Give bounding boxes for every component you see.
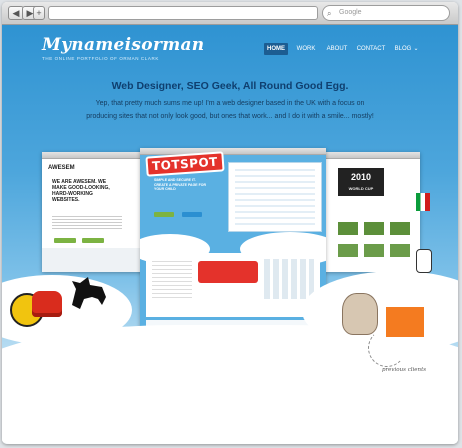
browser-window: ◀ ▶ + ⌕ Google Mynameisorman THE ONLINE …	[2, 2, 458, 444]
pitch-thumbnail	[338, 244, 358, 257]
nav-item-about[interactable]: ABOUT	[324, 43, 350, 55]
totspot-screenshot[interactable]: TOTSPOT SIMPLE AND SECURE IT. CREATE A P…	[140, 148, 326, 338]
worldcup-screenshot[interactable]: 2010 WORLD CUP	[324, 152, 420, 272]
bulldog-mascot	[342, 293, 378, 335]
calendar-grid	[264, 259, 314, 299]
totspot-signup-button	[154, 212, 174, 217]
worldcup-subtitle: WORLD CUP	[348, 186, 374, 191]
text-column	[152, 261, 192, 301]
totspot-logo: TOTSPOT	[145, 151, 225, 177]
nav-item-blog[interactable]: BLOG	[392, 43, 414, 55]
awesem-logo: AWESEM	[48, 165, 75, 171]
site-tagline: THE ONLINE PORTFOLIO OF ORMAN CLARK	[42, 56, 159, 61]
flag-icon	[416, 193, 430, 211]
worldcup-banner: 2010 WORLD CUP	[338, 168, 384, 196]
search-placeholder: Google	[339, 9, 362, 16]
totspot-small-logo	[198, 261, 258, 283]
mock-browser-bar	[324, 152, 420, 159]
totspot-content-area	[146, 253, 320, 317]
awesem-screenshot[interactable]: AWESEM WE ARE AWESEM. WE MAKE GOOD-LOOKI…	[42, 152, 147, 272]
pitch-thumbnail	[390, 222, 410, 235]
awesem-green-button	[54, 238, 76, 243]
site-logo[interactable]: Mynameisorman THE ONLINE PORTFOLIO OF OR…	[42, 35, 205, 61]
site-logo-text: Mynameisorman	[42, 35, 205, 55]
mock-browser-bar	[140, 148, 326, 155]
profile-list	[235, 169, 315, 225]
awesem-body-text	[52, 216, 122, 230]
awesem-headline: WE ARE AWESEM. WE MAKE GOOD-LOOKING, HAR…	[52, 179, 110, 203]
page-headline: Web Designer, SEO Geek, All Round Good E…	[111, 80, 349, 92]
pitch-thumbnail	[338, 222, 358, 235]
pitch-thumbnail	[390, 244, 410, 257]
mock-browser-bar	[42, 152, 147, 159]
search-field[interactable]: ⌕ Google	[322, 5, 450, 21]
address-bar[interactable]	[48, 6, 318, 20]
telephone-icon	[32, 291, 62, 317]
nav-item-contact[interactable]: CONTACT	[356, 43, 386, 55]
totspot-profile-panel	[228, 162, 322, 232]
intro-text: Yep, that pretty much sums me up! I'm a …	[86, 100, 374, 120]
worldcup-year: 2010	[350, 172, 372, 182]
totspot-tour-button	[182, 212, 202, 217]
cow-mascot	[416, 249, 432, 273]
pitch-thumbnail	[364, 222, 384, 235]
browser-toolbar: ◀ ▶ + ⌕ Google	[2, 2, 458, 25]
totspot-tagline: SIMPLE AND SECURE IT. CREATE A PRIVATE P…	[154, 178, 206, 191]
horse-icon	[66, 275, 110, 311]
new-tab-button[interactable]: +	[33, 6, 45, 20]
previous-clients-label: previous clients	[382, 367, 427, 373]
curly-arrow-icon	[368, 329, 406, 367]
awesem-footer	[42, 248, 147, 272]
chevron-down-icon[interactable]: ⌄	[412, 43, 420, 55]
page-content: Mynameisorman THE ONLINE PORTFOLIO OF OR…	[2, 25, 458, 444]
awesem-green-button-2	[82, 238, 104, 243]
nav-item-work[interactable]: WORK	[296, 43, 316, 55]
nav-item-home[interactable]: HOME	[264, 43, 288, 55]
pitch-thumbnail	[364, 244, 384, 257]
magnifier-icon: ⌕	[327, 9, 332, 18]
